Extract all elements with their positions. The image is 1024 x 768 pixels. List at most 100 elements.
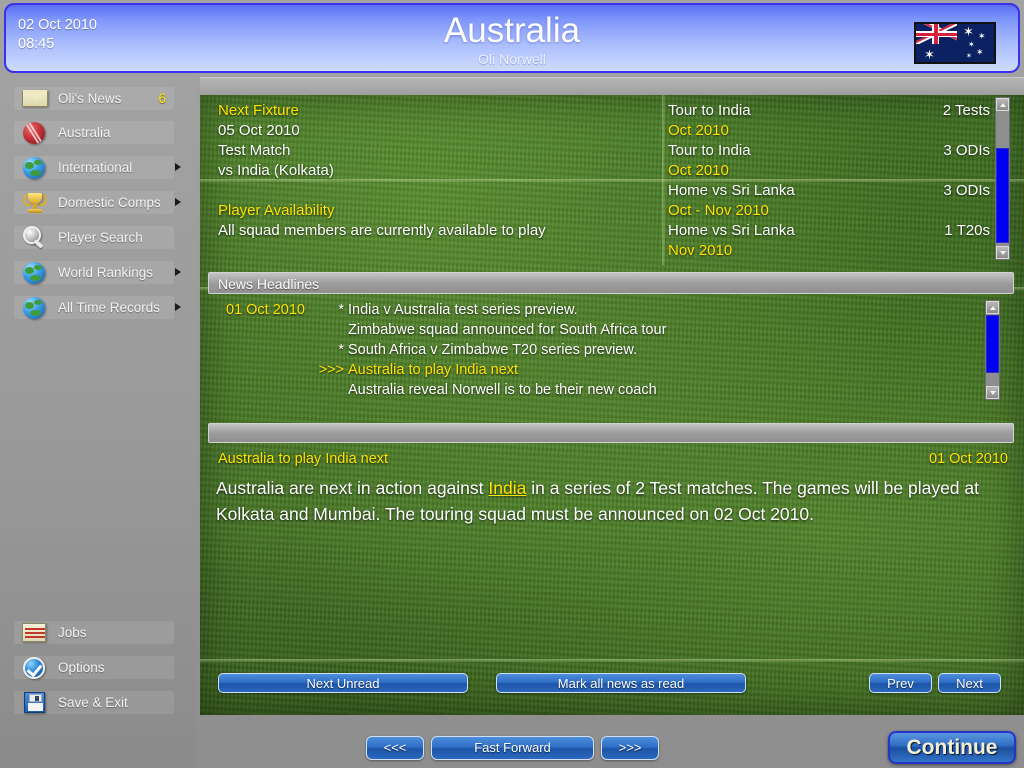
sidebar-item-label: Options <box>58 660 105 675</box>
india-link[interactable]: India <box>488 478 526 498</box>
back-button[interactable]: <<< <box>366 736 424 760</box>
next-fixture-opponent: vs India (Kolkata) <box>218 162 334 179</box>
australia-flag: ✶ ✶ ✶ ✶ ✶ ✶ <box>914 22 996 64</box>
mark-all-news-read-button[interactable]: Mark all news as read <box>496 673 746 693</box>
next-fixture-type: Test Match <box>218 142 291 159</box>
header-title-block: Australia Oli Norwell <box>6 11 1018 68</box>
magnifier-icon <box>20 224 50 251</box>
list-item[interactable]: * South Africa v Zimbabwe T20 series pre… <box>208 340 968 360</box>
sidebar-nav: Oli's News 6 Australia International Dom… <box>0 77 196 768</box>
sidebar-item-label: Save & Exit <box>58 695 128 710</box>
scroll-up-button[interactable] <box>996 98 1009 111</box>
chevron-right-icon <box>175 303 181 311</box>
tour-count: 1 T20s <box>944 222 990 239</box>
sidebar-item-world-rankings[interactable]: World Rankings <box>14 259 181 286</box>
next-unread-button[interactable]: Next Unread <box>218 673 468 693</box>
sidebar-item-label: Domestic Comps <box>58 195 161 210</box>
headline-text: Zimbabwe squad announced for South Afric… <box>348 322 667 338</box>
list-item-selected[interactable]: >>> Australia to play India next <box>208 360 968 380</box>
sidebar-item-label: Player Search <box>58 230 143 245</box>
content-top-divider <box>200 77 1024 96</box>
clipboard-icon <box>20 619 50 646</box>
news-headlines-list: 01 Oct 2010 * India v Australia test ser… <box>208 300 968 405</box>
next-fixture-date: 05 Oct 2010 <box>218 122 300 139</box>
tour-row[interactable]: Home vs Sri Lanka 1 T20s <box>668 221 990 241</box>
headline-text: Australia reveal Norwell is to be their … <box>348 382 657 398</box>
scrollbar-thumb[interactable] <box>986 315 999 373</box>
news-headlines-section-bar: News Headlines <box>208 272 1014 294</box>
trophy-icon <box>20 189 50 216</box>
article-body-part1: Australia are next in action against <box>216 478 489 498</box>
continue-button[interactable]: Continue <box>888 731 1016 764</box>
manager-name: Oli Norwell <box>478 51 546 67</box>
globe-icon <box>20 294 50 321</box>
scrollbar-thumb[interactable] <box>996 148 1009 243</box>
sidebar-item-save-and-exit[interactable]: Save & Exit <box>14 691 174 714</box>
tour-row[interactable]: Tour to India 2 Tests <box>668 101 990 121</box>
scroll-down-button[interactable] <box>986 386 999 399</box>
sidebar-item-player-search[interactable]: Player Search <box>14 226 174 249</box>
tour-count: 2 Tests <box>942 102 990 119</box>
tour-name: Home vs Sri Lanka <box>668 182 795 199</box>
tour-row[interactable]: Tour to India 3 ODIs <box>668 141 990 161</box>
headline-text: India v Australia test series preview. <box>348 302 578 318</box>
sidebar-item-australia[interactable]: Australia <box>14 121 174 144</box>
sidebar-item-all-time-records[interactable]: All Time Records <box>14 294 181 321</box>
floppy-disk-icon <box>20 689 50 716</box>
tour-count: 3 ODIs <box>943 182 990 199</box>
page-title: Australia <box>443 11 581 50</box>
news-headlines-title: News Headlines <box>218 276 320 292</box>
sidebar-item-international[interactable]: International <box>14 154 181 181</box>
sidebar-item-label: All Time Records <box>58 300 161 315</box>
headline-date: 01 Oct 2010 <box>226 302 305 318</box>
title-bar: 02 Oct 2010 08:45 Australia Oli Norwell … <box>4 3 1020 73</box>
tour-date: Oct 2010 <box>668 122 729 139</box>
tour-date: Oct - Nov 2010 <box>668 202 769 219</box>
chevron-right-icon <box>175 268 181 276</box>
next-button[interactable]: Next <box>938 673 1001 693</box>
globe-icon <box>20 259 50 286</box>
envelope-icon <box>20 85 50 112</box>
headline-selected-marker: >>> <box>318 362 344 378</box>
tour-date: Oct 2010 <box>668 162 729 179</box>
chevron-right-icon <box>175 163 181 171</box>
globe-icon <box>20 154 50 181</box>
check-circle-icon <box>20 654 50 681</box>
unread-count-badge: 6 <box>158 91 166 106</box>
list-item[interactable]: 01 Oct 2010 * India v Australia test ser… <box>208 300 968 320</box>
tour-name: Tour to India <box>668 142 751 159</box>
scroll-down-button[interactable] <box>996 246 1009 259</box>
article-title: Australia to play India next <box>218 451 389 467</box>
next-fixture-heading: Next Fixture <box>218 102 299 119</box>
sidebar-item-domestic-comps[interactable]: Domestic Comps <box>14 189 181 216</box>
news-headlines-scrollbar[interactable] <box>985 300 1000 400</box>
tour-row[interactable]: Home vs Sri Lanka 3 ODIs <box>668 181 990 201</box>
forward-button[interactable]: >>> <box>601 736 659 760</box>
sidebar-item-label: Jobs <box>58 625 87 640</box>
fast-forward-button[interactable]: Fast Forward <box>431 736 594 760</box>
sidebar-item-label: Australia <box>58 125 111 140</box>
sidebar-item-options[interactable]: Options <box>14 656 174 679</box>
union-jack-canton <box>916 24 957 44</box>
prev-button[interactable]: Prev <box>869 673 932 693</box>
bottom-toolbar: <<< Fast Forward >>> Continue <box>0 729 1024 768</box>
sidebar-item-jobs[interactable]: Jobs <box>14 621 174 644</box>
upcoming-tours-list: Tour to India 2 Tests Oct 2010 Tour to I… <box>668 101 990 261</box>
sidebar-item-label: Oli's News <box>58 91 122 106</box>
tours-scrollbar[interactable] <box>995 97 1010 260</box>
headline-marker: * <box>338 302 344 318</box>
article-date: 01 Oct 2010 <box>929 451 1008 467</box>
list-item[interactable]: Zimbabwe squad announced for South Afric… <box>208 320 968 340</box>
article-header: Australia to play India next 01 Oct 2010 <box>218 449 1008 469</box>
scroll-up-button[interactable] <box>986 301 999 314</box>
cricket-ball-icon <box>20 119 50 146</box>
game-window: 02 Oct 2010 08:45 Australia Oli Norwell … <box>0 0 1024 768</box>
tour-name: Home vs Sri Lanka <box>668 222 795 239</box>
list-item[interactable]: Australia reveal Norwell is to be their … <box>208 380 968 400</box>
article-divider-bar <box>208 423 1014 443</box>
sidebar-item-olis-news[interactable]: Oli's News 6 <box>14 87 174 110</box>
next-fixture-panel: Next Fixture 05 Oct 2010 Test Match vs I… <box>218 101 648 181</box>
chevron-right-icon <box>175 198 181 206</box>
headline-text: South Africa v Zimbabwe T20 series previ… <box>348 342 638 358</box>
tour-date: Nov 2010 <box>668 242 733 259</box>
